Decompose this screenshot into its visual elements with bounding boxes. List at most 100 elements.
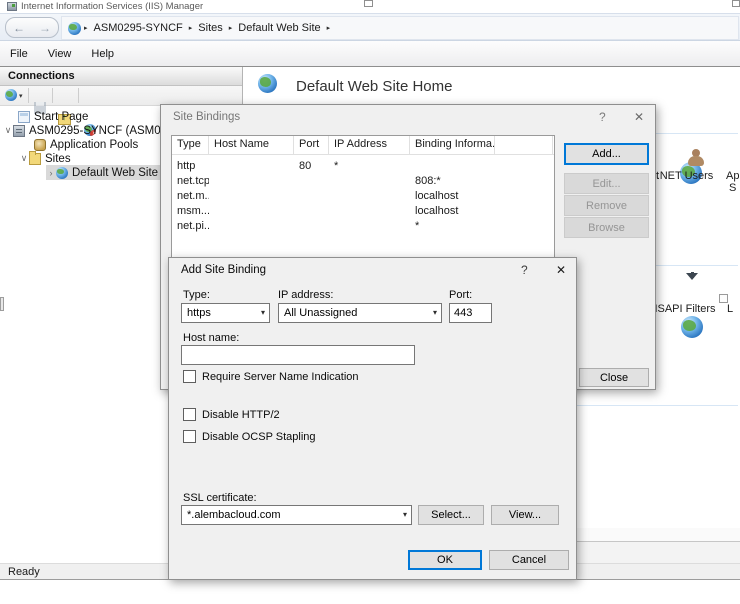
table-cell bbox=[209, 190, 294, 205]
net-users-person-icon bbox=[688, 149, 704, 166]
table-cell bbox=[294, 175, 329, 190]
column-header[interactable]: Type bbox=[172, 136, 209, 154]
back-icon[interactable]: ← bbox=[13, 22, 25, 34]
help-icon[interactable]: ? bbox=[521, 263, 528, 277]
menu-item-file[interactable]: File bbox=[10, 48, 28, 60]
bindings-table-header: TypeHost NamePortIP AddressBinding Infor… bbox=[172, 136, 554, 155]
ssl-certificate-label: SSL certificate: bbox=[183, 492, 257, 504]
disable-http2-label: Disable HTTP/2 bbox=[202, 409, 280, 421]
column-header[interactable] bbox=[495, 136, 553, 154]
table-cell bbox=[329, 205, 410, 220]
chevron-down-icon: ▾ bbox=[261, 308, 265, 317]
chevron-down-icon[interactable]: ∨ bbox=[19, 153, 29, 164]
type-select-value: https bbox=[187, 307, 211, 319]
feature-label-isapi-filters[interactable]: ISAPI Filters bbox=[650, 303, 720, 315]
tree-item-label: Start Page bbox=[34, 111, 88, 123]
disable-http2-checkbox[interactable] bbox=[183, 408, 196, 421]
port-input[interactable] bbox=[449, 303, 492, 323]
ip-address-select[interactable]: All Unassigned ▾ bbox=[278, 303, 442, 323]
chevron-down-icon: ▾ bbox=[433, 308, 437, 317]
start-page-icon bbox=[18, 111, 30, 123]
breadcrumb-separator-icon: ▸ bbox=[84, 24, 88, 32]
close-icon[interactable]: ✕ bbox=[556, 263, 566, 277]
ssl-select-value: *.alembacloud.com bbox=[187, 509, 281, 521]
sidebar-item-default-web-site[interactable]: › Default Web Site bbox=[46, 165, 164, 180]
column-header[interactable]: IP Address bbox=[329, 136, 410, 154]
table-cell: net.m... bbox=[172, 190, 209, 205]
remove-button[interactable]: Remove bbox=[564, 195, 649, 216]
clipped-label-fragment-ap: Ap bbox=[726, 170, 739, 182]
sidebar-item-application-pools[interactable]: Application Pools bbox=[34, 137, 138, 152]
breadcrumb-item[interactable]: Default Web Site bbox=[238, 22, 320, 34]
table-cell: 808:* bbox=[410, 175, 495, 190]
table-cell: * bbox=[410, 220, 495, 235]
breadcrumb-item[interactable]: ASM0295-SYNCF bbox=[94, 22, 183, 34]
table-cell: msm... bbox=[172, 205, 209, 220]
breadcrumb-separator-icon: ▸ bbox=[327, 24, 331, 32]
ok-button[interactable]: OK bbox=[408, 550, 482, 570]
table-cell bbox=[329, 220, 410, 235]
close-icon[interactable]: ✕ bbox=[634, 110, 644, 124]
cancel-button[interactable]: Cancel bbox=[489, 550, 569, 570]
forward-icon[interactable]: → bbox=[39, 22, 51, 34]
table-row[interactable]: net.pi...* bbox=[172, 220, 554, 235]
column-header[interactable]: Binding Informa... bbox=[410, 136, 495, 154]
disable-ocsp-label: Disable OCSP Stapling bbox=[202, 431, 316, 443]
feature-label-net-users[interactable]: .NET Users bbox=[652, 170, 718, 182]
toolbar-separator bbox=[28, 88, 29, 103]
table-cell: http bbox=[172, 160, 209, 175]
panel-splitter-handle[interactable] bbox=[0, 297, 4, 311]
table-cell: localhost bbox=[410, 190, 495, 205]
menu-bar: File View Help bbox=[0, 41, 740, 67]
breadcrumb-separator-icon: ▸ bbox=[229, 24, 233, 32]
browse-button[interactable]: Browse bbox=[564, 217, 649, 238]
table-row[interactable]: msm...localhost bbox=[172, 205, 554, 220]
connect-dropdown-icon[interactable]: ▾ bbox=[19, 92, 23, 100]
chevron-down-icon[interactable]: ∨ bbox=[3, 125, 13, 136]
menu-item-help[interactable]: Help bbox=[91, 48, 114, 60]
type-label: Type: bbox=[183, 289, 210, 301]
dialog-title: Add Site Binding bbox=[181, 264, 266, 276]
sidebar-item-sites[interactable]: ∨ Sites bbox=[19, 151, 71, 166]
title-bar: Internet Information Services (IIS) Mana… bbox=[0, 0, 740, 13]
edit-button[interactable]: Edit... bbox=[564, 173, 649, 194]
ssl-certificate-select[interactable]: *.alembacloud.com ▾ bbox=[181, 505, 412, 525]
connections-header: Connections bbox=[0, 67, 242, 86]
table-cell bbox=[209, 175, 294, 190]
table-row[interactable]: http80* bbox=[172, 160, 554, 175]
add-button[interactable]: Add... bbox=[564, 143, 649, 165]
ip-select-value: All Unassigned bbox=[284, 307, 357, 319]
table-cell bbox=[294, 190, 329, 205]
sidebar-item-start-page[interactable]: Start Page bbox=[18, 109, 88, 124]
table-cell bbox=[329, 190, 410, 205]
breadcrumb[interactable]: ▸ ASM0295-SYNCF ▸ Sites ▸ Default Web Site ▸ bbox=[61, 16, 739, 40]
select-certificate-button[interactable]: Select... bbox=[418, 505, 484, 525]
table-cell bbox=[209, 205, 294, 220]
host-name-input[interactable] bbox=[181, 345, 415, 365]
table-cell bbox=[294, 205, 329, 220]
breadcrumb-item[interactable]: Sites bbox=[198, 22, 222, 34]
table-cell: * bbox=[329, 160, 410, 175]
require-sni-label: Require Server Name Indication bbox=[202, 371, 359, 383]
clipped-icon-fragment bbox=[719, 294, 728, 303]
table-row[interactable]: net.m... localhost bbox=[172, 190, 554, 205]
window-control-fragment bbox=[732, 0, 740, 7]
close-button[interactable]: Close bbox=[579, 368, 649, 387]
iis-manager-window: Internet Information Services (IIS) Mana… bbox=[0, 0, 740, 604]
menu-item-view[interactable]: View bbox=[48, 48, 72, 60]
toolbar-separator bbox=[52, 88, 53, 103]
breadcrumb-separator-icon: ▸ bbox=[189, 24, 193, 32]
column-header[interactable]: Host Name bbox=[209, 136, 294, 154]
window-control-fragment bbox=[364, 0, 373, 7]
require-sni-checkbox[interactable] bbox=[183, 370, 196, 383]
isapi-filters-icon[interactable] bbox=[681, 316, 703, 338]
type-select[interactable]: https ▾ bbox=[181, 303, 270, 323]
disable-ocsp-checkbox[interactable] bbox=[183, 430, 196, 443]
connect-server-icon[interactable] bbox=[5, 89, 17, 101]
table-row[interactable]: net.tcp808:* bbox=[172, 175, 554, 190]
chevron-right-icon[interactable]: › bbox=[46, 168, 56, 178]
web-site-globe-icon bbox=[56, 167, 68, 179]
help-icon[interactable]: ? bbox=[599, 110, 606, 124]
column-header[interactable]: Port bbox=[294, 136, 329, 154]
view-certificate-button[interactable]: View... bbox=[491, 505, 559, 525]
